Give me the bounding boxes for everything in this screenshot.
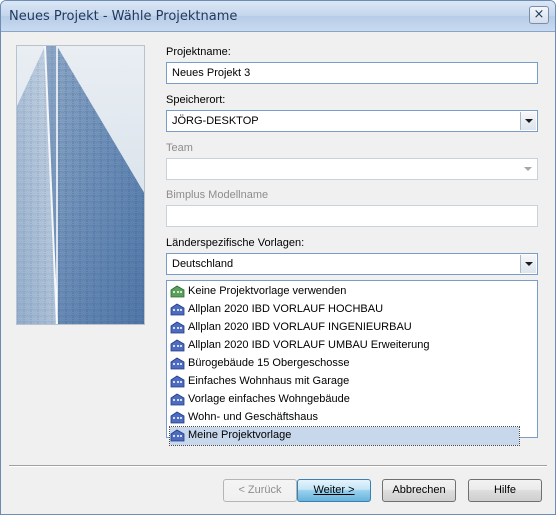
- close-button[interactable]: ×: [529, 6, 549, 24]
- cancel-button[interactable]: Abbrechen: [382, 479, 456, 502]
- list-item-template[interactable]: Allplan 2020 IBD VORLAUF INGENIEURBAU: [170, 319, 534, 337]
- chevron-down-icon[interactable]: [520, 112, 536, 130]
- title-bar: Neues Projekt - Wähle Projektname ×: [1, 1, 555, 32]
- divider: [9, 465, 547, 467]
- list-item-template[interactable]: Vorlage einfaches Wohngebäude: [170, 391, 534, 409]
- bimplus-input[interactable]: [166, 205, 538, 227]
- speicherort-select[interactable]: JÖRG-DESKTOP: [166, 110, 538, 132]
- list-item-template[interactable]: Allplan 2020 IBD VORLAUF HOCHBAU: [170, 301, 534, 319]
- laender-value: Deutschland: [172, 258, 234, 270]
- template-list[interactable]: Keine Projektvorlage verwenden Allplan 2…: [166, 280, 538, 446]
- help-button[interactable]: Hilfe: [468, 479, 542, 502]
- list-item-template[interactable]: Allplan 2020 IBD VORLAUF UMBAU Erweiteru…: [170, 337, 534, 355]
- window-title: Neues Projekt - Wähle Projektname: [9, 9, 238, 24]
- projektname-label: Projektname:: [166, 46, 231, 58]
- blue-building-icon: [170, 303, 185, 316]
- list-item-template[interactable]: Bürogebäude 15 Obergeschosse: [170, 355, 534, 373]
- dialog-window: Neues Projekt - Wähle Projektname × Proj…: [0, 0, 556, 515]
- next-button-label: Weiter >: [313, 484, 355, 496]
- blue-building-icon: [170, 411, 185, 424]
- green-building-icon: [170, 285, 185, 298]
- team-select[interactable]: [166, 158, 538, 180]
- blue-building-icon: [170, 375, 185, 388]
- laender-label: Länderspezifische Vorlagen:: [166, 237, 305, 249]
- bimplus-label: Bimplus Modellname: [166, 189, 269, 201]
- building-illustration: [16, 45, 145, 325]
- team-label: Team: [166, 142, 193, 154]
- blue-building-icon: [170, 357, 185, 370]
- dialog-content: Projektname: Neues Projekt 3 Speicherort…: [9, 33, 547, 510]
- back-button[interactable]: < Zurück: [223, 479, 297, 502]
- blue-building-icon: [170, 339, 185, 352]
- laender-select[interactable]: Deutschland: [166, 253, 538, 275]
- list-item-template[interactable]: Wohn- und Geschäftshaus: [170, 409, 534, 427]
- blue-building-icon: [170, 393, 185, 406]
- chevron-down-icon[interactable]: [520, 255, 536, 273]
- speicherort-label: Speicherort:: [166, 94, 226, 106]
- list-item-template[interactable]: Keine Projektvorlage verwenden: [170, 283, 534, 301]
- chevron-down-icon: [520, 160, 536, 178]
- blue-building-icon: [170, 429, 185, 442]
- projektname-input[interactable]: Neues Projekt 3: [166, 62, 538, 84]
- blue-building-icon: [170, 321, 185, 334]
- next-button[interactable]: Weiter >: [297, 479, 371, 502]
- speicherort-value: JÖRG-DESKTOP: [172, 115, 259, 127]
- list-item-template[interactable]: Einfaches Wohnhaus mit Garage: [170, 373, 534, 391]
- list-item-template-selected[interactable]: Meine Projektvorlage: [169, 426, 520, 446]
